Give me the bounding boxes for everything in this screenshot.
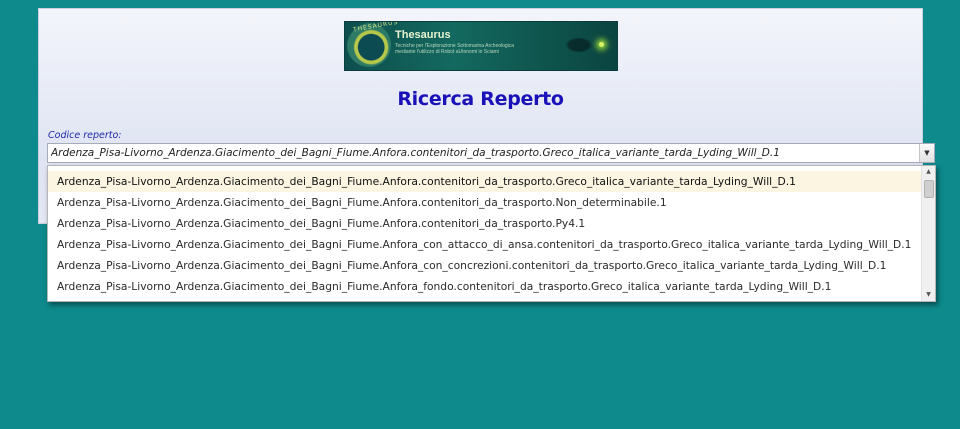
list-item[interactable]: Ardenza_Pisa-Livorno_Ardenza.Giacimento_…	[48, 213, 921, 234]
page-title: Ricerca Reperto	[397, 88, 564, 110]
window-top-strip	[0, 0, 960, 8]
scroll-up-icon[interactable]: ▲	[922, 166, 935, 178]
underwater-light-icon	[599, 42, 604, 47]
codice-reperto-combobox[interactable]: Ardenza_Pisa-Livorno_Ardenza.Giacimento_…	[47, 143, 935, 163]
chevron-down-icon[interactable]: ▼	[919, 144, 934, 162]
autocomplete-dropdown[interactable]: Ardenza_Pisa-Livorno_Ardenza.Giacimento_…	[47, 165, 936, 302]
list-item[interactable]: Ardenza_Pisa-Livorno_Ardenza.Giacimento_…	[48, 276, 921, 297]
list-item[interactable]: Ardenza_Pisa-Livorno_Ardenza.Giacimento_…	[48, 297, 921, 301]
codice-reperto-input[interactable]: Ardenza_Pisa-Livorno_Ardenza.Giacimento_…	[51, 147, 918, 159]
scrollbar-thumb[interactable]	[924, 180, 934, 198]
list-item[interactable]: Ardenza_Pisa-Livorno_Ardenza.Giacimento_…	[48, 192, 921, 213]
logo-name: Thesaurus	[395, 29, 451, 41]
thesaurus-logo: THESAURUS Thesaurus Tecniche per l'Esplo…	[344, 21, 618, 71]
option-list: Ardenza_Pisa-Livorno_Ardenza.Giacimento_…	[48, 171, 921, 301]
codice-reperto-label: Codice reperto:	[48, 130, 122, 141]
list-item[interactable]: Ardenza_Pisa-Livorno_Ardenza.Giacimento_…	[48, 255, 921, 276]
scroll-down-icon[interactable]: ▼	[922, 289, 935, 301]
list-item[interactable]: Ardenza_Pisa-Livorno_Ardenza.Giacimento_…	[48, 234, 921, 255]
diver-silhouette-icon	[563, 36, 595, 54]
vertical-scrollbar[interactable]: ▲ ▼	[921, 166, 935, 301]
list-item[interactable]: Ardenza_Pisa-Livorno_Ardenza.Giacimento_…	[48, 171, 921, 192]
